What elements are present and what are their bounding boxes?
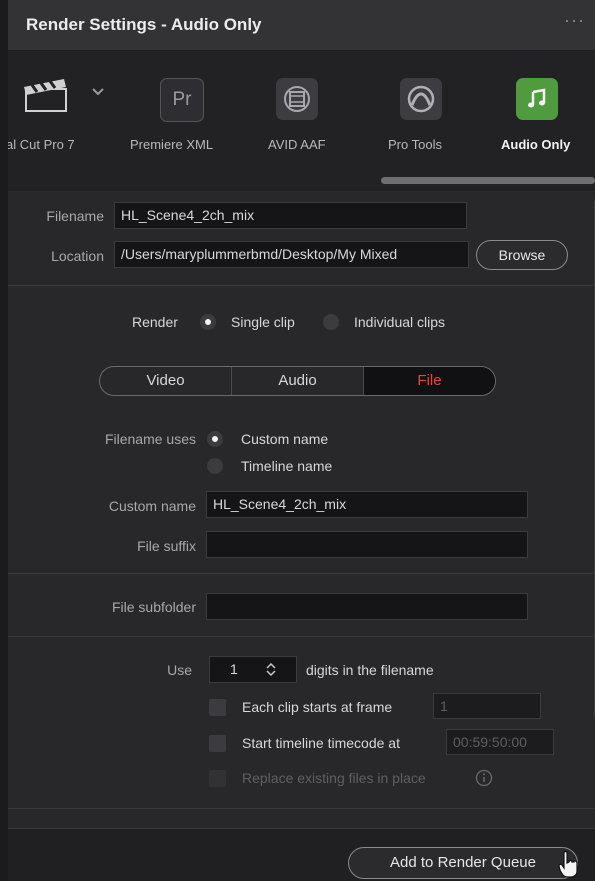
file-suffix-field[interactable] [206, 531, 528, 558]
digits-value: 1 [230, 661, 238, 677]
custom-name-label: Custom name [108, 498, 196, 514]
each-clip-frame-field[interactable]: 1 [433, 693, 541, 719]
preset-label: AVID AAF [268, 137, 326, 152]
render-settings-panel: Render Settings - Audio Only ··· al Cut … [8, 0, 595, 881]
filename-uses-label: Filename uses [104, 431, 196, 447]
preset-bar: al Cut Pro 7 Pr Premiere XML AVID AAF Pr… [8, 51, 595, 191]
divider [8, 808, 595, 809]
preset-premiere-xml[interactable]: Pr Premiere XML [126, 51, 236, 171]
clapperboard-icon [24, 79, 67, 112]
single-clip-label: Single clip [231, 314, 295, 330]
radio-individual-clips[interactable] [323, 314, 339, 330]
radio-single-clip[interactable] [200, 314, 216, 330]
chevron-down-icon[interactable] [91, 87, 105, 97]
timeline-name-option: Timeline name [241, 458, 333, 474]
preset-audio-only[interactable]: Audio Only [490, 51, 595, 171]
individual-clips-label: Individual clips [354, 314, 446, 330]
file-suffix-label: File suffix [137, 538, 196, 554]
tab-audio[interactable]: Audio [231, 367, 363, 395]
radio-timeline-name[interactable] [207, 458, 223, 474]
each-clip-checkbox[interactable] [209, 699, 226, 716]
custom-name-field[interactable]: HL_Scene4_2ch_mix [206, 491, 528, 518]
use-label: Use [167, 662, 192, 678]
tab-file[interactable]: File [363, 367, 495, 395]
digits-stepper[interactable]: 1 [209, 656, 297, 683]
more-dots-icon[interactable]: ··· [564, 10, 590, 40]
location-label: Location [51, 248, 104, 264]
browse-button[interactable]: Browse [476, 240, 568, 270]
add-to-render-queue-button[interactable]: Add to Render Queue [348, 847, 578, 879]
film-reel-icon [276, 78, 318, 120]
start-timecode-field[interactable]: 00:59:50:00 [446, 729, 554, 755]
divider [8, 573, 595, 574]
info-icon[interactable] [475, 769, 493, 787]
stepper-arrows-icon[interactable] [265, 662, 277, 677]
premiere-pr-icon: Pr [160, 78, 204, 122]
preset-label: Premiere XML [130, 137, 214, 152]
panel-title: Render Settings - Audio Only [26, 15, 262, 34]
preset-label: Pro Tools [388, 137, 442, 152]
tab-video[interactable]: Video [100, 367, 231, 395]
preset-scrollbar[interactable] [381, 177, 595, 184]
music-note-icon [516, 78, 558, 120]
replace-existing-checkbox[interactable] [209, 770, 226, 787]
custom-name-option: Custom name [241, 431, 329, 447]
preset-label: Audio Only [501, 137, 571, 152]
preset-pro-tools[interactable]: Pro Tools [370, 51, 470, 171]
divider [8, 636, 595, 637]
preset-avid-aaf[interactable]: AVID AAF [244, 51, 344, 171]
divider [8, 285, 595, 286]
preset-final-cut-pro[interactable]: al Cut Pro 7 [8, 51, 128, 171]
start-timecode-checkbox[interactable] [209, 735, 226, 752]
title-bar: Render Settings - Audio Only ··· [8, 0, 595, 51]
render-label: Render [132, 314, 178, 330]
pro-tools-icon [400, 78, 442, 120]
settings-tabs: Video Audio File [99, 366, 496, 396]
preset-label: al Cut Pro 7 [8, 137, 75, 152]
radio-custom-name[interactable] [207, 431, 223, 447]
file-subfolder-label: File subfolder [111, 599, 196, 615]
digits-suffix-label: digits in the filename [306, 662, 434, 678]
file-subfolder-field[interactable] [206, 593, 528, 620]
location-field[interactable]: /Users/maryplummerbmd/Desktop/My Mixed [114, 241, 469, 268]
filename-label: Filename [46, 208, 104, 224]
each-clip-label: Each clip starts at frame [242, 699, 393, 715]
footer: Add to Render Queue [8, 828, 595, 881]
replace-existing-label: Replace existing files in place [242, 770, 426, 786]
cursor-pointer-icon [558, 850, 578, 878]
filename-field[interactable]: HL_Scene4_2ch_mix [114, 202, 467, 229]
start-timecode-label: Start timeline timecode at [242, 735, 400, 751]
